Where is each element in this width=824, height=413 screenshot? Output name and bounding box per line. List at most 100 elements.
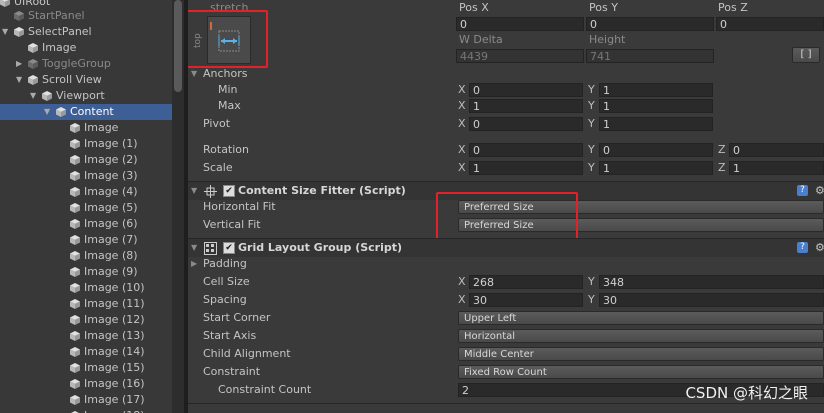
hierarchy-item[interactable]: Image (9)	[0, 264, 172, 280]
gameobject-cube-icon	[70, 315, 80, 325]
hierarchy-item[interactable]: Image (1)	[0, 136, 172, 152]
anchors-max-x-axis: X	[458, 99, 466, 112]
hierarchy-item[interactable]: Image (5)	[0, 200, 172, 216]
fitter-foldout-arrow-icon[interactable]: ▼	[191, 183, 197, 199]
scale-y-field[interactable]: 1	[599, 161, 713, 175]
gameobject-cube-icon	[70, 203, 80, 213]
anchors-min-x-field[interactable]: 0	[469, 83, 583, 97]
expand-arrow-icon[interactable]: ▼	[16, 72, 22, 88]
spacing-y-axis: Y	[588, 293, 595, 306]
spacing-y-field[interactable]: 30	[599, 293, 824, 307]
gameobject-cube-icon	[14, 27, 24, 37]
hierarchy-item-label: Image (17)	[84, 393, 145, 406]
hierarchy-item[interactable]: Image (13)	[0, 328, 172, 344]
cell-size-y-axis: Y	[588, 275, 595, 288]
grid-help-icon[interactable]: ?	[797, 242, 808, 253]
raw-edit-button[interactable]: [ ]	[792, 47, 820, 63]
gameobject-cube-icon	[70, 139, 80, 149]
hierarchy-item[interactable]: Image (10)	[0, 280, 172, 296]
hierarchy-item-label: Image (6)	[84, 217, 138, 230]
hierarchy-item[interactable]: ▼ Scroll View	[0, 72, 172, 88]
scale-x-field[interactable]: 1	[469, 161, 583, 175]
collapse-arrow-icon[interactable]: ▶	[16, 56, 22, 72]
spacing-x-field[interactable]: 30	[469, 293, 583, 307]
hierarchy-item-label: Image (10)	[84, 281, 145, 294]
anchors-label[interactable]: Anchors	[203, 66, 248, 82]
grid-foldout-arrow-icon[interactable]: ▼	[191, 240, 197, 256]
constraint-label: Constraint	[203, 365, 261, 378]
w-delta-field[interactable]: 4439	[456, 49, 584, 63]
pivot-y-axis: Y	[588, 117, 595, 130]
child-alignment-dropdown[interactable]: Middle Center	[458, 347, 824, 361]
rotation-z-field[interactable]: 0	[729, 143, 824, 157]
hierarchy-item[interactable]: Image (11)	[0, 296, 172, 312]
start-axis-label: Start Axis	[203, 329, 257, 342]
rotation-y-field[interactable]: 0	[599, 143, 713, 157]
hierarchy-item[interactable]: ▼ SelectPanel	[0, 24, 172, 40]
hierarchy-scrollbar[interactable]	[172, 0, 184, 413]
fitter-settings-icon[interactable]: ⚙	[815, 183, 824, 199]
expand-arrow-icon[interactable]: ▼	[30, 88, 36, 104]
hierarchy-item-label: Image (4)	[84, 185, 138, 198]
grid-layout-group-header[interactable]: ▼ ✔ Grid Layout Group (Script) ? ⚙	[188, 238, 824, 257]
gameobject-cube-icon	[70, 299, 80, 309]
spacing-x-axis: X	[458, 293, 466, 306]
hierarchy-item[interactable]: Image (6)	[0, 216, 172, 232]
anchors-min-x-axis: X	[458, 83, 466, 96]
hierarchy-item[interactable]: Image (17)	[0, 392, 172, 408]
rotation-x-field[interactable]: 0	[469, 143, 583, 157]
hierarchy-scrollbar-thumb[interactable]	[174, 0, 182, 92]
hierarchy-item-label: Image	[42, 41, 77, 54]
grid-settings-icon[interactable]: ⚙	[815, 240, 824, 256]
hierarchy-item[interactable]: Image	[0, 40, 172, 56]
hierarchy-item[interactable]: Image (18)	[0, 408, 172, 413]
hierarchy-item[interactable]: Image (16)	[0, 376, 172, 392]
vertical-fit-label: Vertical Fit	[203, 218, 261, 231]
start-corner-dropdown[interactable]: Upper Left	[458, 311, 824, 325]
hierarchy-item[interactable]: ▼ Viewport	[0, 88, 172, 104]
cell-size-x-field[interactable]: 268	[469, 275, 583, 289]
anchors-foldout-arrow-icon[interactable]: ▼	[191, 66, 197, 82]
cell-size-y-field[interactable]: 348	[599, 275, 824, 289]
anchors-min-y-field[interactable]: 1	[599, 83, 713, 97]
pos-x-field[interactable]: 0	[456, 17, 584, 31]
hierarchy-item-label: Content	[70, 105, 114, 118]
grid-enabled-checkbox[interactable]: ✔	[223, 242, 235, 254]
hierarchy-item[interactable]: Image (8)	[0, 248, 172, 264]
rotation-z-axis: Z	[718, 143, 726, 156]
hierarchy-item[interactable]: StartPanel	[0, 8, 172, 24]
padding-label[interactable]: Padding	[203, 256, 247, 272]
scale-z-field[interactable]: 1	[729, 161, 824, 175]
hierarchy-item[interactable]: Image (4)	[0, 184, 172, 200]
hierarchy-item-label: Image (9)	[84, 265, 138, 278]
anchors-max-y-field[interactable]: 1	[599, 99, 713, 113]
pivot-y-field[interactable]: 1	[599, 117, 713, 131]
pos-z-field[interactable]: 0	[716, 17, 824, 31]
anchors-max-x-field[interactable]: 1	[469, 99, 583, 113]
expand-arrow-icon[interactable]: ▼	[2, 24, 8, 40]
hierarchy-item[interactable]: Image (15)	[0, 360, 172, 376]
hierarchy-item[interactable]: ▶ ToggleGroup	[0, 56, 172, 72]
fitter-enabled-checkbox[interactable]: ✔	[223, 185, 235, 197]
pos-y-field[interactable]: 0	[586, 17, 714, 31]
hierarchy-item[interactable]: Image	[0, 120, 172, 136]
hierarchy-item-label: Image	[84, 121, 119, 134]
hierarchy-item-label: Image (5)	[84, 201, 138, 214]
anchors-max-label: Max	[218, 99, 241, 112]
start-axis-dropdown[interactable]: Horizontal	[458, 329, 824, 343]
hierarchy-item[interactable]: Image (3)	[0, 168, 172, 184]
hierarchy-item[interactable]: Image (14)	[0, 344, 172, 360]
expand-arrow-icon[interactable]: ▼	[44, 104, 50, 120]
hierarchy-item[interactable]: Image (7)	[0, 232, 172, 248]
gameobject-cube-icon	[70, 379, 80, 389]
constraint-dropdown[interactable]: Fixed Row Count	[458, 365, 824, 379]
gameobject-cube-icon	[70, 347, 80, 357]
height-field[interactable]: 741	[586, 49, 714, 63]
hierarchy-item[interactable]: Image (2)	[0, 152, 172, 168]
padding-foldout-arrow-icon[interactable]: ▶	[191, 256, 197, 272]
hierarchy-item[interactable]: Image (12)	[0, 312, 172, 328]
fitter-help-icon[interactable]: ?	[797, 185, 808, 196]
pivot-x-field[interactable]: 0	[469, 117, 583, 131]
hierarchy-item[interactable]: ▼ Content	[0, 104, 172, 120]
gameobject-cube-icon	[70, 331, 80, 341]
